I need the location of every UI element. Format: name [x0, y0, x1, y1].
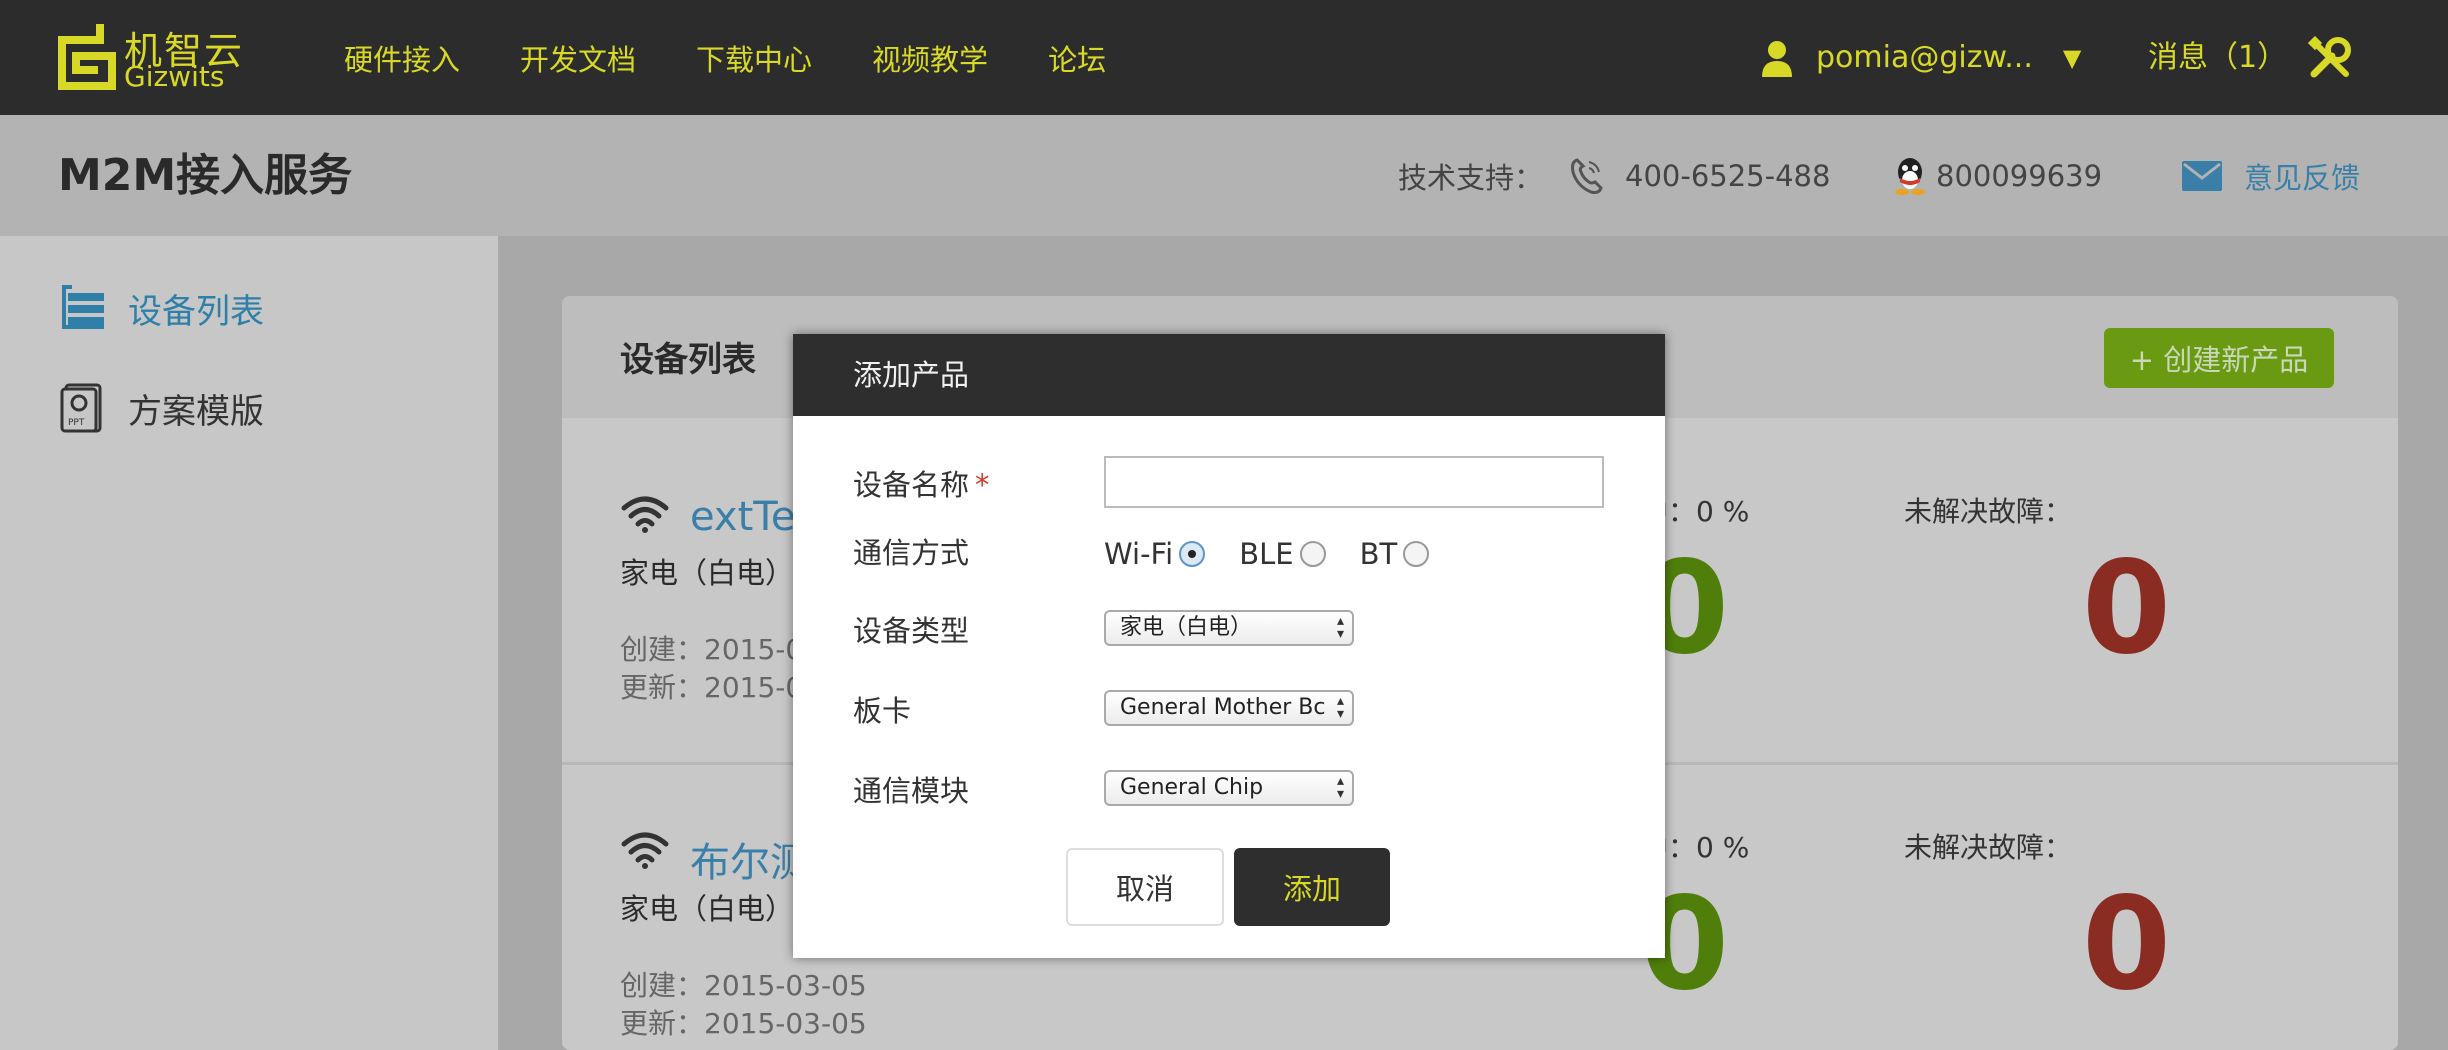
radio-label: BLE: [1239, 537, 1294, 571]
page-title: M2M接入服务: [58, 150, 353, 201]
sidebar-item-label: 方案模版: [128, 391, 264, 432]
radio-option-wifi[interactable]: Wi-Fi: [1104, 537, 1206, 571]
sidebar-item-device-list[interactable]: 设备列表: [58, 278, 264, 338]
device-name-link[interactable]: extTe: [690, 494, 796, 540]
fault-count: 0: [2082, 534, 2172, 683]
user-icon: [1762, 40, 1792, 77]
fault-label: 未解决故障：: [1904, 495, 2073, 528]
device-type-select[interactable]: 家电（白电） ▴ ▾: [1104, 610, 1354, 646]
device-list-icon: [62, 285, 104, 329]
sub-header: M2M接入服务 技术支持： 400-6525-488 800099639 意见反…: [0, 115, 2448, 236]
radio-button[interactable]: [1403, 541, 1430, 567]
select-arrows-icon: ▴ ▾: [1336, 773, 1344, 802]
device-type-label: 设备类型: [853, 614, 970, 648]
feedback-label: 意见反馈: [2244, 160, 2361, 195]
tools-icon[interactable]: [2308, 36, 2352, 80]
fault-count: 0: [2082, 870, 2172, 1019]
tech-support: 技术支持： 400-6525-488: [1398, 115, 1830, 236]
nav-link-forum[interactable]: 论坛: [1048, 37, 1106, 79]
add-product-dialog: 添加产品 设备名称 * 通信方式 Wi-Fi BLE BT 设备类型 家电（白电）…: [793, 334, 1665, 958]
gizwits-logo[interactable]: 机智云 Gizwits: [58, 20, 248, 93]
select-value: 家电（白电）: [1120, 615, 1253, 640]
board-label: 板卡: [853, 694, 912, 728]
qq-contact: 800099639: [1892, 115, 2102, 236]
sidebar-item-label: 设备列表: [128, 291, 264, 332]
device-name-link[interactable]: 布尔测: [690, 830, 810, 888]
wifi-icon: [621, 832, 669, 869]
radio-label: BT: [1359, 537, 1398, 571]
radio-label: Wi-Fi: [1104, 537, 1174, 571]
select-arrows-icon: ▴ ▾: [1336, 613, 1344, 642]
device-name-input[interactable]: [1104, 456, 1604, 508]
qq-number: 800099639: [1936, 158, 2103, 193]
comm-method-radio-group: Wi-Fi BLE BT: [1104, 532, 1463, 576]
panel-title: 设备列表: [620, 340, 756, 380]
radio-button[interactable]: [1299, 541, 1326, 567]
device-name-label: 设备名称 *: [853, 462, 990, 504]
svg-text:PPT: PPT: [68, 418, 85, 428]
radio-option-ble[interactable]: BLE: [1239, 537, 1326, 571]
qq-penguin-icon: [1895, 157, 1925, 195]
board-select[interactable]: General Mother Bc ▴ ▾: [1104, 690, 1354, 726]
comm-module-label: 通信模块: [853, 774, 970, 808]
ppt-template-icon: PPT: [60, 383, 102, 433]
dialog-header: 添加产品: [793, 334, 1665, 416]
feedback-link[interactable]: 意见反馈: [2182, 115, 2360, 236]
comm-module-select[interactable]: General Chip ▴ ▾: [1104, 770, 1354, 806]
user-menu[interactable]: pomia@gizw... ▼: [1760, 0, 2081, 115]
device-created: 创建：2015-0: [620, 633, 804, 666]
phone-icon: [1571, 157, 1603, 194]
user-name: pomia@gizw...: [1816, 40, 2033, 75]
sidebar: [0, 236, 498, 1050]
nav-links: 硬件接入 开发文档 下载中心 视频教学 论坛: [344, 0, 1166, 115]
select-value: General Chip: [1120, 775, 1264, 800]
add-button[interactable]: 添加: [1234, 848, 1390, 926]
select-arrows-icon: ▴ ▾: [1336, 693, 1344, 722]
select-value: General Mother Bc: [1120, 695, 1326, 720]
required-mark: *: [975, 468, 990, 502]
radio-button-checked[interactable]: [1179, 541, 1206, 567]
support-phone: 400-6525-488: [1625, 158, 1831, 193]
top-nav: 机智云 Gizwits 硬件接入 开发文档 下载中心 视频教学 论坛 pomia…: [0, 0, 2448, 115]
device-updated: 更新：2015-03-05: [620, 1007, 867, 1040]
mail-icon: [2182, 160, 2222, 191]
dialog-title: 添加产品: [853, 358, 970, 392]
fault-label: 未解决故障：: [1904, 831, 2073, 864]
chevron-down-icon[interactable]: ▼: [2063, 44, 2081, 72]
sidebar-item-templates[interactable]: PPT 方案模版: [58, 378, 264, 438]
create-product-button[interactable]: + 创建新产品: [2104, 328, 2334, 388]
nav-link-downloads[interactable]: 下载中心: [696, 37, 812, 79]
device-updated: 更新：2015-0: [620, 671, 804, 704]
nav-link-hardware[interactable]: 硬件接入: [344, 37, 460, 79]
nav-link-docs[interactable]: 开发文档: [520, 37, 636, 79]
comm-method-label: 通信方式: [853, 536, 970, 570]
device-created: 创建：2015-03-05: [620, 969, 867, 1002]
logo-text-en: Gizwits: [124, 60, 225, 93]
gizwits-logo-icon: [58, 24, 116, 90]
cancel-button[interactable]: 取消: [1066, 848, 1224, 926]
radio-option-bt[interactable]: BT: [1360, 537, 1430, 571]
wifi-icon: [621, 496, 669, 533]
device-name-label-text: 设备名称: [853, 468, 970, 502]
support-label: 技术支持：: [1398, 160, 1544, 195]
device-type: 家电（白电）: [620, 892, 795, 926]
device-type: 家电（白电）: [620, 556, 795, 590]
messages-link[interactable]: 消息（1）: [2148, 0, 2287, 115]
nav-link-videos[interactable]: 视频教学: [872, 37, 988, 79]
